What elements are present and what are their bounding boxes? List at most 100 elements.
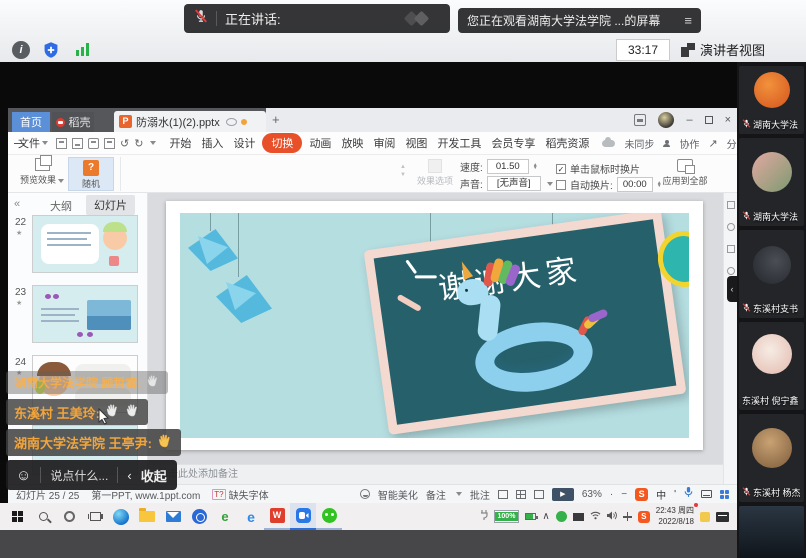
clock-app-icon[interactable]	[186, 503, 212, 530]
edge-legacy-icon[interactable]: e	[238, 503, 264, 530]
network-signal-icon[interactable]	[76, 43, 89, 56]
beautify-button[interactable]: 智能美化	[378, 487, 418, 502]
notice-icon[interactable]	[634, 114, 646, 126]
mail-icon[interactable]	[160, 503, 186, 530]
taskbar-search-icon[interactable]	[30, 503, 56, 530]
file-explorer-icon[interactable]	[134, 503, 160, 530]
properties-icon[interactable]	[727, 201, 735, 209]
ime-punct-toggle[interactable]: '	[674, 489, 676, 500]
emoji-button[interactable]: ☺	[16, 467, 31, 484]
participant-tile[interactable]: 湖南大学法	[739, 138, 804, 226]
print-icon[interactable]	[88, 138, 99, 149]
preview-icon[interactable]	[104, 138, 115, 149]
menu-view[interactable]: 视图	[400, 133, 432, 153]
cortana-icon[interactable]	[56, 503, 82, 530]
output-icon[interactable]	[72, 138, 83, 149]
tab-home[interactable]: 首页	[12, 112, 50, 132]
click-advance-checkbox[interactable]: ✓	[556, 164, 566, 174]
volume-icon[interactable]	[607, 511, 617, 523]
normal-view-icon[interactable]	[498, 490, 508, 499]
apply-to-all-button[interactable]: 应用到全部	[656, 157, 714, 187]
ime-voice-icon[interactable]	[684, 487, 693, 501]
banner-menu-icon[interactable]: ≡	[684, 13, 692, 28]
menu-review[interactable]: 审阅	[368, 133, 400, 153]
share-button[interactable]: 分享	[727, 136, 737, 151]
action-center-icon[interactable]	[716, 512, 729, 522]
antivirus-tray-icon[interactable]	[556, 511, 567, 522]
effect-options-button[interactable]: 效果选项	[412, 157, 458, 187]
design-pane-icon[interactable]	[727, 245, 735, 253]
missing-font-warning[interactable]: T? 缺失字体	[212, 487, 268, 502]
chat-input[interactable]: 说点什么...	[50, 467, 108, 484]
resource-pane-icon[interactable]	[727, 267, 735, 275]
ime-lang-toggle[interactable]: 中	[656, 487, 666, 502]
tab-outline[interactable]: 大纲	[50, 198, 72, 214]
save-icon[interactable]	[56, 138, 67, 149]
menu-slideshow[interactable]: 放映	[336, 133, 368, 153]
sync-status[interactable]: 未同步	[624, 136, 654, 151]
new-tab-button[interactable]: +	[272, 112, 280, 127]
app-tray-icon[interactable]	[573, 513, 584, 521]
speaker-view-button[interactable]: 演讲者视图	[681, 40, 765, 59]
animation-pane-icon[interactable]	[727, 223, 735, 231]
menu-start[interactable]: 开始	[164, 133, 196, 153]
slide-thumbnail-22[interactable]	[32, 215, 138, 273]
taskbar-clock[interactable]: 22:43 周四 2022/8/18	[656, 506, 694, 527]
minimize-button[interactable]: –	[686, 114, 692, 126]
reading-view-icon[interactable]	[534, 490, 544, 499]
participant-tile[interactable]: 东溪村支书	[739, 230, 804, 318]
participant-tile[interactable]: 东溪村 倪宁鑫	[739, 322, 804, 410]
speed-stepper[interactable]: ▲▼	[533, 164, 538, 170]
sogou-tray-icon[interactable]: S	[638, 511, 650, 523]
sogou-ime-icon[interactable]: S	[635, 488, 648, 501]
sound-select[interactable]: [无声音]	[487, 176, 541, 191]
restore-button[interactable]	[705, 116, 713, 124]
menu-member[interactable]: 会员专享	[486, 133, 540, 153]
notes-button[interactable]: 备注	[426, 487, 446, 502]
hidden-icons-chevron[interactable]: ∧	[542, 511, 549, 522]
menu-insert[interactable]: 插入	[196, 133, 228, 153]
participant-tile[interactable]: 湖南大学法	[739, 66, 804, 134]
collab-button[interactable]: 协作	[679, 136, 699, 151]
undo-icon[interactable]: ↺	[120, 137, 129, 150]
preview-effect-button[interactable]: 预览效果	[20, 157, 64, 186]
auto-advance-input[interactable]: 00:00	[617, 177, 653, 192]
chevron-down-icon[interactable]	[547, 182, 553, 186]
move-tool-icon[interactable]	[623, 512, 632, 521]
slideshow-play-button[interactable]: ▶	[552, 488, 574, 501]
sorter-view-icon[interactable]	[516, 490, 526, 499]
zoom-out-button[interactable]: −	[621, 489, 627, 500]
collapse-panel-button[interactable]: «	[14, 198, 20, 210]
security-shield-icon[interactable]	[42, 41, 60, 64]
wps-taskbar-icon[interactable]: W	[264, 503, 290, 530]
participant-tile[interactable]: 东溪村 杨杰	[739, 414, 804, 502]
ime-toolbox-icon[interactable]	[720, 490, 729, 499]
tab-document[interactable]: P 防溺水(1)(2).pptx	[114, 111, 266, 132]
notes-placeholder[interactable]: 单击此处添加备注	[148, 464, 723, 484]
info-icon[interactable]: i	[12, 41, 30, 59]
speed-input[interactable]: 01.50	[487, 159, 529, 174]
ime-keyboard-icon[interactable]	[701, 490, 712, 498]
task-view-icon[interactable]	[82, 503, 108, 530]
sticky-note-tray-icon[interactable]	[700, 512, 710, 522]
tab-docer[interactable]: 稻壳	[52, 112, 94, 132]
chevron-down-icon[interactable]	[150, 141, 156, 145]
close-button[interactable]: ×	[725, 114, 731, 126]
tencent-meeting-taskbar-icon[interactable]	[290, 503, 316, 530]
tab-slides[interactable]: 幻灯片	[86, 195, 135, 215]
participant-tile[interactable]	[739, 506, 804, 558]
comments-button[interactable]: 批注	[470, 487, 490, 502]
fit-zoom-value[interactable]: 63%	[582, 489, 602, 500]
menu-transition-active[interactable]: 切换	[262, 133, 302, 153]
auto-advance-checkbox[interactable]	[556, 180, 566, 190]
slide-thumbnail-23[interactable]	[32, 285, 138, 343]
gallery-scroll-arrows[interactable]: ▲▼	[400, 163, 406, 180]
redo-icon[interactable]: ↻	[134, 137, 143, 150]
collapse-chat-button[interactable]: 收起	[141, 466, 167, 485]
menu-animation[interactable]: 动画	[304, 133, 336, 153]
menu-devtools[interactable]: 开发工具	[432, 133, 486, 153]
wifi-icon[interactable]	[590, 511, 601, 523]
ie-icon[interactable]: e	[212, 503, 238, 530]
start-button[interactable]	[4, 503, 30, 530]
menu-design[interactable]: 设计	[228, 133, 260, 153]
